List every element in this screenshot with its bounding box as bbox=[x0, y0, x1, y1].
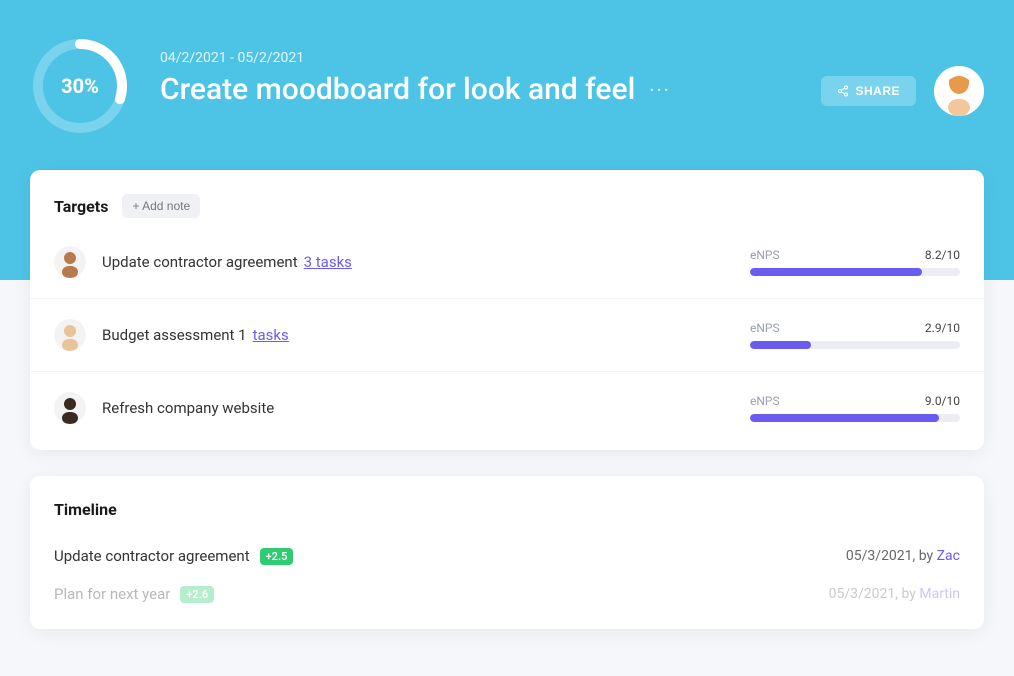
target-tasks-link[interactable]: 3 tasks bbox=[304, 253, 352, 271]
timeline-date: 05/3/2021, by bbox=[846, 548, 937, 564]
header-actions: SHARE bbox=[821, 66, 984, 116]
timeline-card: Timeline Update contractor agreement +2.5… bbox=[30, 476, 984, 629]
target-text: Update contractor agreement 3 tasks bbox=[102, 253, 352, 271]
timeline-left: Plan for next year +2.6 bbox=[54, 585, 214, 603]
header-date-range: 04/2/2021 - 05/2/2021 bbox=[160, 50, 821, 66]
delta-badge: +2.5 bbox=[260, 548, 294, 565]
more-menu-icon[interactable]: ··· bbox=[649, 78, 671, 102]
user-avatar[interactable] bbox=[934, 66, 984, 116]
timeline-row[interactable]: Update contractor agreement +2.5 05/3/2021… bbox=[30, 537, 984, 575]
page-title: Create moodboard for look and feel bbox=[160, 72, 635, 107]
target-metric: eNPS 9.0/10 bbox=[750, 394, 960, 422]
target-title: Budget assessment 1 bbox=[102, 326, 247, 344]
share-icon bbox=[837, 85, 849, 97]
metric-score: 9.0/10 bbox=[925, 394, 960, 408]
target-text: Refresh company website bbox=[102, 399, 274, 417]
progress-ring: 30% bbox=[30, 36, 130, 136]
timeline-row[interactable]: Plan for next year +2.6 05/3/2021, by Mart… bbox=[30, 575, 984, 613]
timeline-author-link[interactable]: Martin bbox=[919, 586, 960, 602]
target-text: Budget assessment 1 tasks bbox=[102, 326, 289, 344]
progress-bar bbox=[750, 414, 960, 422]
header-title-block: 04/2/2021 - 05/2/2021 Create moodboard f… bbox=[160, 50, 821, 107]
header-title-row: Create moodboard for look and feel ··· bbox=[160, 72, 821, 107]
metric-score: 8.2/10 bbox=[925, 248, 960, 262]
target-metric: eNPS 8.2/10 bbox=[750, 248, 960, 276]
delta-badge: +2.6 bbox=[180, 586, 214, 603]
target-tasks-link[interactable]: tasks bbox=[253, 326, 289, 344]
assignee-avatar[interactable] bbox=[54, 246, 86, 278]
assignee-avatar[interactable] bbox=[54, 392, 86, 424]
timeline-heading: Timeline bbox=[30, 500, 984, 537]
add-note-button[interactable]: + Add note bbox=[122, 194, 200, 218]
timeline-meta: 05/3/2021, by Martin bbox=[829, 586, 960, 602]
targets-heading: Targets bbox=[54, 197, 108, 216]
target-row[interactable]: Update contractor agreement 3 tasks eNPS 8.… bbox=[30, 226, 984, 299]
target-title: Refresh company website bbox=[102, 399, 274, 417]
metric-score: 2.9/10 bbox=[925, 321, 960, 335]
progress-bar-fill bbox=[750, 268, 922, 276]
target-title: Update contractor agreement bbox=[102, 253, 298, 271]
timeline-title: Plan for next year bbox=[54, 585, 170, 603]
timeline-left: Update contractor agreement +2.5 bbox=[54, 547, 293, 565]
share-button[interactable]: SHARE bbox=[821, 76, 916, 106]
target-row[interactable]: Budget assessment 1 tasks eNPS 2.9/10 bbox=[30, 299, 984, 372]
metric-label: eNPS bbox=[750, 321, 780, 335]
progress-bar-fill bbox=[750, 414, 939, 422]
progress-label: 30% bbox=[30, 36, 130, 136]
timeline-title: Update contractor agreement bbox=[54, 547, 250, 565]
progress-bar bbox=[750, 341, 960, 349]
metric-label: eNPS bbox=[750, 248, 780, 262]
progress-bar-fill bbox=[750, 341, 811, 349]
timeline-author-link[interactable]: Zac bbox=[937, 548, 960, 564]
timeline-meta: 05/3/2021, by Zac bbox=[846, 548, 960, 564]
share-button-label: SHARE bbox=[855, 84, 900, 98]
metric-label: eNPS bbox=[750, 394, 780, 408]
timeline-list: Update contractor agreement +2.5 05/3/2021… bbox=[30, 537, 984, 613]
progress-bar bbox=[750, 268, 960, 276]
assignee-avatar[interactable] bbox=[54, 319, 86, 351]
target-metric: eNPS 2.9/10 bbox=[750, 321, 960, 349]
targets-card: Targets + Add note Update contractor agr… bbox=[30, 170, 984, 450]
avatar-icon bbox=[934, 66, 984, 116]
targets-header: Targets + Add note bbox=[30, 194, 984, 226]
timeline-date: 05/3/2021, by bbox=[829, 586, 920, 602]
target-row[interactable]: Refresh company website eNPS 9.0/10 bbox=[30, 372, 984, 450]
targets-list: Update contractor agreement 3 tasks eNPS 8.… bbox=[30, 226, 984, 450]
